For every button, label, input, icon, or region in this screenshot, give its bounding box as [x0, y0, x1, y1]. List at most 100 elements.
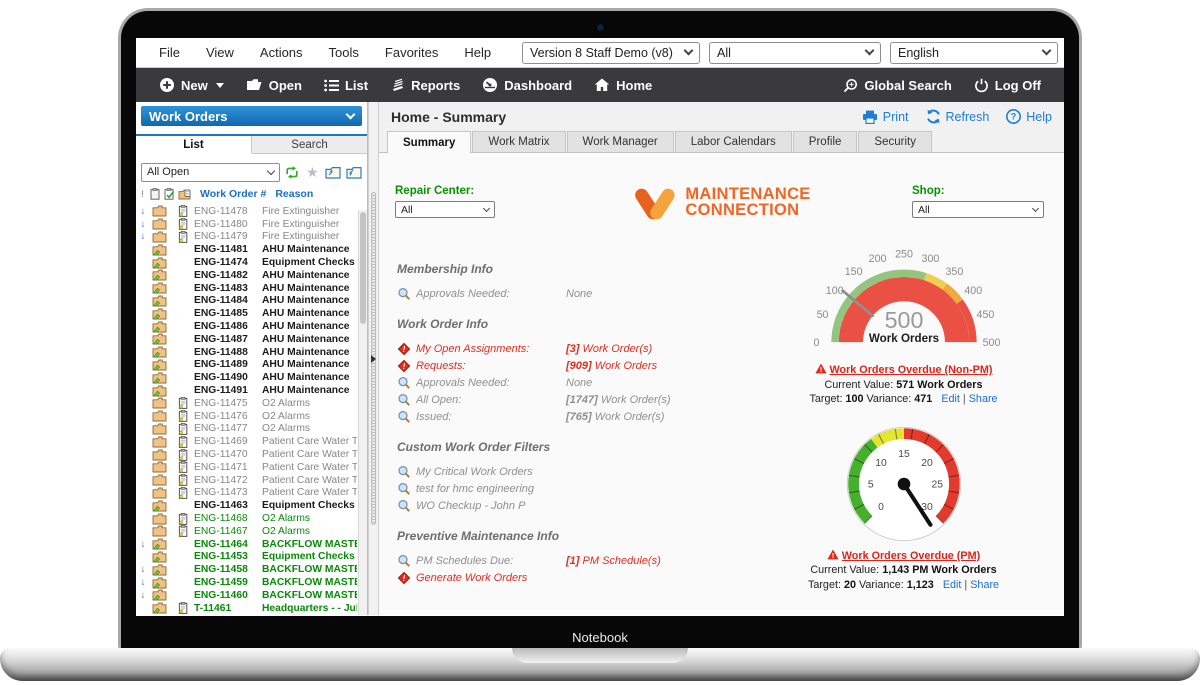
column-reason[interactable]: Reason [275, 188, 313, 200]
summary-item[interactable]: ! Requests: [909] Work Orders [397, 357, 749, 374]
summary-item[interactable]: ! All Open: [1747] Work Order(s) [397, 391, 749, 408]
summary-item[interactable]: ! Issued: [765] Work Order(s) [397, 408, 749, 425]
column-work-order[interactable]: Work Order # [200, 188, 266, 200]
work-order-row[interactable]: ↓ ENG-11476 O2 Alarms [138, 410, 357, 423]
scrollbar-thumb[interactable] [360, 212, 366, 324]
summary-item[interactable]: ! My Open Assignments: [3] Work Order(s) [397, 340, 749, 357]
menu-view[interactable]: View [193, 45, 247, 60]
folder-doc-icon[interactable] [177, 189, 192, 200]
work-order-row[interactable]: ↓ ENG-11481 AHU Maintenance [138, 243, 357, 256]
home-button[interactable]: Home [583, 78, 663, 93]
work-order-row[interactable]: ↓ ENG-11479 Fire Extinguisher [138, 230, 357, 244]
overdue-pm-gauge: 0 5 10 15 20 25 30 [846, 426, 961, 541]
sidebar-splitter[interactable] [368, 102, 379, 615]
language-select[interactable]: English [890, 41, 1058, 64]
work-order-row[interactable]: ↓ ENG-11469 Patient Care Water Tem [138, 435, 357, 448]
work-order-row[interactable]: ↓ ENG-11453 Equipment Checks [138, 551, 357, 564]
menu-help[interactable]: Help [451, 45, 504, 60]
help-button[interactable]: ? Help [1006, 109, 1052, 124]
tab-profile[interactable]: Profile [792, 131, 858, 152]
edit-link[interactable]: Edit [941, 393, 960, 405]
work-order-row[interactable]: ↓ ENG-11472 Patient Care Water Tem [138, 474, 357, 487]
list-button[interactable]: List [313, 78, 379, 93]
open-button[interactable]: Open [235, 78, 313, 93]
summary-item[interactable]: ! WO Checkup - John P [397, 497, 749, 514]
summary-item[interactable]: ! test for hmc engineering [397, 480, 749, 497]
work-order-row[interactable]: ↓ ENG-11474 Equipment Checks [138, 256, 357, 269]
reports-button[interactable]: Reports [379, 78, 471, 93]
menu-file[interactable]: File [146, 45, 193, 60]
work-order-row[interactable]: ↓ ENG-11486 AHU Maintenance [138, 320, 357, 333]
work-order-row[interactable]: ↓ ENG-11484 AHU Maintenance [138, 295, 357, 308]
global-search-button[interactable]: Global Search [832, 78, 962, 93]
menu-favorites[interactable]: Favorites [372, 45, 451, 60]
version-select[interactable]: Version 8 Staff Demo (v8) [522, 41, 700, 64]
filter-select[interactable]: All Open [141, 162, 280, 182]
work-order-row[interactable]: ↓ ENG-11473 Patient Care Water Tem [138, 486, 357, 500]
work-order-folder-icon [148, 461, 171, 473]
log-off-button[interactable]: Log Off [963, 78, 1052, 93]
clipboard-icon[interactable] [147, 188, 162, 200]
dashboard-button[interactable]: Dashboard [471, 77, 583, 93]
favorite-star-icon[interactable]: ★ [305, 164, 320, 180]
share-link[interactable]: Share [970, 579, 999, 591]
sidebar-scrollbar[interactable] [358, 210, 367, 615]
priority-flag-icon[interactable]: ! [138, 189, 147, 199]
work-order-row[interactable]: ↓ ENG-11489 AHU Maintenance [138, 359, 357, 372]
assigned-arrow-icon: ↓ [140, 564, 146, 576]
tab-work-manager[interactable]: Work Manager [566, 131, 674, 152]
work-order-row[interactable]: ↓ ENG-11491 AHU Maintenance [138, 384, 357, 397]
repair-center-select[interactable]: All [395, 201, 495, 218]
summary-item[interactable]: ! Approvals Needed: None [397, 285, 749, 302]
share-link[interactable]: Share [969, 393, 998, 405]
work-order-row[interactable]: ↓ ENG-11463 Equipment Checks [138, 499, 357, 512]
refresh-list-icon[interactable] [285, 164, 300, 180]
work-order-row[interactable]: ↓ ENG-11488 AHU Maintenance [138, 346, 357, 359]
tab-labor-calendars[interactable]: Labor Calendars [674, 131, 792, 152]
work-order-row[interactable]: ↓ ENG-11470 Patient Care Water Tem [138, 448, 357, 461]
module-selector[interactable]: Work Orders [141, 106, 362, 126]
print-button[interactable]: Print [862, 110, 909, 124]
summary-item[interactable]: ! PM Schedules Due: [1] PM Schedule(s) [397, 552, 749, 569]
save-filter-folder-icon[interactable] [325, 164, 341, 180]
work-order-row[interactable]: ↓ ENG-11490 AHU Maintenance [138, 371, 357, 384]
summary-item[interactable]: ! Generate Work Orders [397, 569, 749, 586]
work-order-row[interactable]: ↓ ENG-11464 BACKFLOW MASTER [138, 538, 357, 551]
work-order-row[interactable]: ↓ ENG-11475 O2 Alarms [138, 397, 357, 410]
tab-work-matrix[interactable]: Work Matrix [472, 131, 566, 152]
work-order-row[interactable]: ↓ ENG-11460 BACKFLOW MASTER [138, 589, 357, 602]
gauge-title-link[interactable]: Work Orders Overdue (Non-PM) [830, 364, 993, 376]
edit-link[interactable]: Edit [943, 579, 962, 591]
new-button[interactable]: New [148, 77, 235, 93]
work-order-row[interactable]: ↓ ENG-11478 Fire Extinguisher [138, 205, 357, 218]
work-order-row[interactable]: ↓ ENG-11480 Fire Extinguisher [138, 218, 357, 231]
tab-search[interactable]: Search [252, 136, 367, 153]
tab-summary[interactable]: Summary [387, 131, 472, 153]
work-order-row[interactable]: ↓ ENG-11477 O2 Alarms [138, 422, 357, 436]
shop-select[interactable]: All [912, 201, 1044, 218]
work-order-row[interactable]: ↓ ENG-11459 BACKFLOW MASTER [138, 576, 357, 589]
svg-text:25: 25 [931, 479, 943, 490]
work-order-row[interactable]: ↓ ENG-11458 BACKFLOW MASTER [138, 563, 357, 576]
load-filter-folder-icon[interactable] [346, 164, 362, 180]
clipboard-check-icon[interactable] [162, 188, 177, 200]
scope-select[interactable]: All [709, 41, 881, 64]
work-order-row[interactable]: ↓ ENG-11483 AHU Maintenance [138, 282, 357, 295]
work-order-row[interactable]: ↓ ENG-11467 O2 Alarms [138, 525, 357, 538]
menu-actions[interactable]: Actions [247, 45, 316, 60]
gauge-title-link[interactable]: Work Orders Overdue (PM) [842, 550, 980, 562]
work-order-row[interactable]: ↓ ENG-11471 Patient Care Water Tem [138, 461, 357, 474]
work-order-row[interactable]: ↓ ENG-11482 AHU Maintenance [138, 269, 357, 282]
menu-tools[interactable]: Tools [316, 45, 372, 60]
summary-item[interactable]: ! Approvals Needed: None [397, 374, 749, 391]
work-order-row[interactable]: ↓ ENG-11487 AHU Maintenance [138, 333, 357, 346]
tab-security[interactable]: Security [858, 131, 932, 152]
refresh-button[interactable]: Refresh [926, 109, 989, 124]
work-order-row[interactable]: ↓ ENG-11485 AHU Maintenance [138, 307, 357, 320]
summary-item[interactable]: ! My Critical Work Orders [397, 463, 749, 480]
work-order-row[interactable]: ↓ T-11461 Headquarters - - Jul .. [138, 602, 357, 615]
alert-diamond-icon: ! [397, 571, 411, 584]
tab-list[interactable]: List [136, 136, 252, 154]
work-order-row[interactable]: ↓ ENG-11468 O2 Alarms [138, 512, 357, 525]
collapse-arrow-icon[interactable] [371, 354, 376, 363]
